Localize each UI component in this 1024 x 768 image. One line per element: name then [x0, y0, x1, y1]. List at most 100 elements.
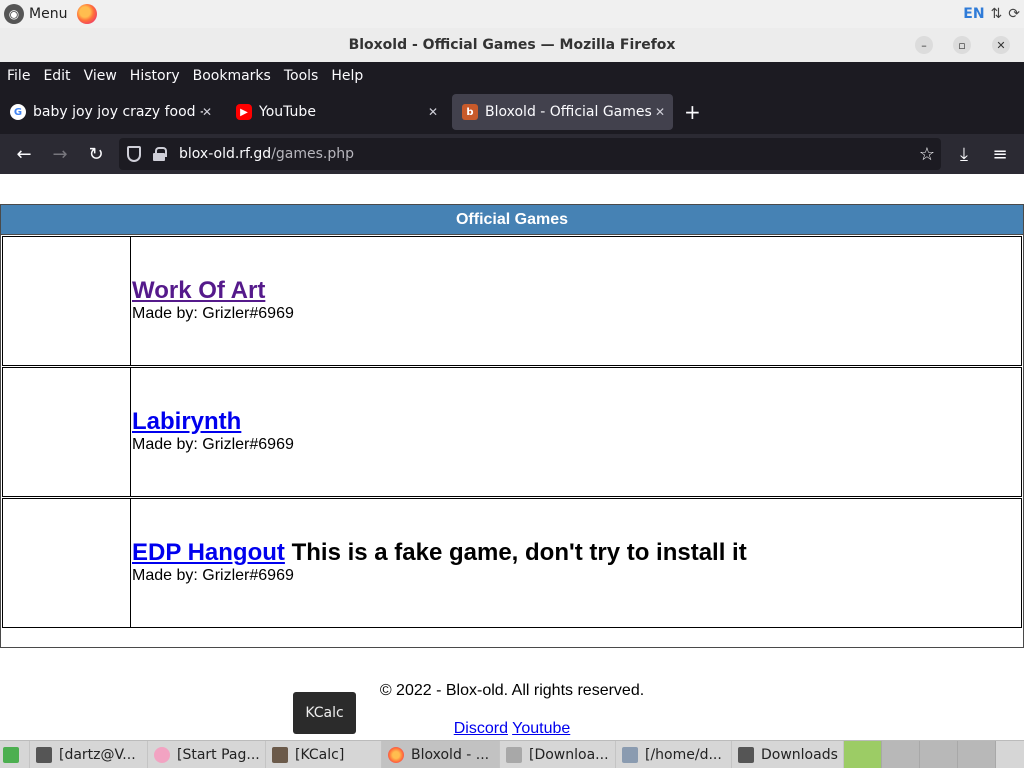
- taskbar-item-label: [Start Pag...: [177, 746, 260, 763]
- taskbar-item-kcalc[interactable]: [KCalc]: [266, 740, 382, 768]
- game-thumbnail[interactable]: [3, 499, 131, 627]
- google-icon: G: [10, 104, 26, 120]
- menu-history[interactable]: History: [130, 68, 180, 84]
- url-text[interactable]: blox-old.rf.gd/games.php: [179, 146, 354, 162]
- youtube-icon: ▶: [236, 104, 252, 120]
- tab-close-icon[interactable]: ✕: [655, 105, 665, 119]
- window-titlebar[interactable]: Bloxold - Official Games — Mozilla Firef…: [0, 28, 1024, 62]
- downloads-button[interactable]: ⤓: [952, 142, 976, 166]
- tracking-protection-shield-icon[interactable]: [127, 146, 141, 162]
- tab-strip: G baby joy joy crazy food - G ✕ ▶ YouTub…: [0, 90, 1024, 134]
- page-content: Official Games Work Of Art Made by: Griz…: [0, 174, 1024, 740]
- game-info: Labirynth Made by: Grizler#6969: [131, 368, 1021, 496]
- folder-icon: [506, 746, 522, 763]
- trash-icon[interactable]: [996, 741, 1020, 768]
- taskbar-tooltip: KCalc: [293, 692, 356, 734]
- game-info: EDP Hangout This is a fake game, don't t…: [131, 499, 1021, 627]
- game-thumbnail[interactable]: [3, 237, 131, 365]
- bookmark-star-icon[interactable]: ☆: [919, 144, 935, 165]
- reload-button[interactable]: ↻: [84, 142, 108, 166]
- network-icon[interactable]: ⇅: [991, 6, 1003, 22]
- game-info: Work Of Art Made by: Grizler#6969: [131, 237, 1021, 365]
- workspace-2[interactable]: [882, 740, 920, 768]
- tab-label: baby joy joy crazy food - G: [33, 104, 203, 120]
- keyboard-layout-indicator[interactable]: EN: [963, 6, 984, 22]
- taskbar-item-label: [dartz@V...: [59, 746, 136, 763]
- menu-bar: File Edit View History Bookmarks Tools H…: [0, 62, 1024, 90]
- back-button[interactable]: ←: [12, 142, 36, 166]
- menu-tools[interactable]: Tools: [284, 68, 319, 84]
- youtube-link[interactable]: Youtube: [512, 720, 570, 737]
- maximize-button[interactable]: ▫: [953, 36, 971, 54]
- game-row: Work Of Art Made by: Grizler#6969: [2, 236, 1022, 366]
- taskbar-item-downloads-window[interactable]: [Downloa...: [500, 740, 616, 768]
- game-maker: Made by: Grizler#6969: [132, 567, 294, 584]
- navigation-toolbar: ← → ↻ blox-old.rf.gd/games.php ☆ ⤓ ≡: [0, 134, 1024, 174]
- table-footer-row: [1, 628, 1023, 647]
- tab-label: Bloxold - Official Games: [485, 104, 652, 120]
- workspace-1[interactable]: [844, 740, 882, 768]
- update-icon[interactable]: ⟳: [1008, 6, 1020, 22]
- game-link[interactable]: Labirynth: [132, 408, 241, 435]
- workspace-4[interactable]: [958, 740, 996, 768]
- tab-google-search[interactable]: G baby joy joy crazy food - G ✕: [0, 94, 220, 130]
- taskbar-item-label: [Downloa...: [529, 746, 609, 763]
- site-info-lock-icon[interactable]: [153, 147, 167, 161]
- minimize-button[interactable]: –: [915, 36, 933, 54]
- close-window-button[interactable]: ✕: [992, 36, 1010, 54]
- taskbar-item-label: Bloxold - ...: [411, 746, 490, 763]
- mint-menu-icon[interactable]: ◉: [4, 4, 24, 24]
- system-menu-label[interactable]: Menu: [29, 6, 67, 22]
- new-tab-button[interactable]: +: [684, 100, 701, 124]
- folder-icon: [738, 746, 754, 763]
- game-note: This is a fake game, don't try to instal…: [284, 539, 747, 566]
- app-menu-button[interactable]: ≡: [988, 142, 1012, 166]
- taskbar-item-terminal[interactable]: [dartz@V...: [30, 740, 148, 768]
- menu-help[interactable]: Help: [331, 68, 363, 84]
- forward-button[interactable]: →: [48, 142, 72, 166]
- url-host: blox-old.rf.gd: [179, 146, 272, 162]
- window-title: Bloxold - Official Games — Mozilla Firef…: [348, 37, 676, 53]
- game-title: EDP Hangout This is a fake game, don't t…: [132, 539, 1021, 567]
- game-link[interactable]: EDP Hangout: [132, 539, 285, 566]
- game-thumbnail[interactable]: [3, 368, 131, 496]
- taskbar-item-label: [/home/d...: [645, 746, 722, 763]
- tab-bloxold-active[interactable]: b Bloxold - Official Games ✕: [452, 94, 673, 130]
- tab-close-icon[interactable]: ✕: [428, 105, 438, 119]
- footer-links: Discord Youtube: [0, 720, 1024, 738]
- discord-link[interactable]: Discord: [454, 720, 508, 737]
- taskbar: [dartz@V... [Start Pag... [KCalc] Bloxol…: [0, 740, 1024, 768]
- official-games-table: Official Games Work Of Art Made by: Griz…: [0, 204, 1024, 648]
- taskbar-item-downloads[interactable]: Downloads: [732, 740, 844, 768]
- tab-close-icon[interactable]: ✕: [202, 105, 212, 119]
- menu-file[interactable]: File: [7, 68, 30, 84]
- firefox-launcher-icon[interactable]: [77, 4, 98, 24]
- mint-logo-icon: [3, 746, 19, 763]
- game-title: Labirynth: [132, 408, 1021, 436]
- game-row: EDP Hangout This is a fake game, don't t…: [2, 498, 1022, 628]
- terminal-icon: [36, 746, 52, 763]
- taskbar-item-label: [KCalc]: [295, 746, 345, 763]
- menu-edit[interactable]: Edit: [43, 68, 70, 84]
- menu-bookmarks[interactable]: Bookmarks: [193, 68, 271, 84]
- workspace-3[interactable]: [920, 740, 958, 768]
- game-title: Work Of Art: [132, 277, 1021, 305]
- calculator-icon: [272, 746, 288, 763]
- taskbar-item-image-viewer[interactable]: [/home/d...: [616, 740, 732, 768]
- copyright-footer: © 2022 - Blox-old. All rights reserved.: [379, 682, 645, 699]
- game-maker: Made by: Grizler#6969: [132, 305, 294, 322]
- taskbar-item-label: Downloads: [761, 746, 838, 763]
- tab-youtube[interactable]: ▶ YouTube ✕: [226, 94, 446, 130]
- game-row: Labirynth Made by: Grizler#6969: [2, 367, 1022, 497]
- game-link[interactable]: Work Of Art: [132, 277, 265, 304]
- url-path: /games.php: [271, 146, 355, 162]
- menu-view[interactable]: View: [84, 68, 117, 84]
- taskbar-item-start-page[interactable]: [Start Pag...: [148, 740, 266, 768]
- show-desktop-button[interactable]: [0, 740, 30, 768]
- taskbar-item-firefox[interactable]: Bloxold - ...: [382, 740, 500, 768]
- game-maker: Made by: Grizler#6969: [132, 436, 294, 453]
- browser-icon: [154, 746, 170, 763]
- system-top-panel: ◉ Menu EN ⇅ ⟳: [0, 0, 1024, 28]
- games-table-header: Official Games: [1, 205, 1023, 235]
- address-bar[interactable]: blox-old.rf.gd/games.php ☆: [119, 138, 941, 170]
